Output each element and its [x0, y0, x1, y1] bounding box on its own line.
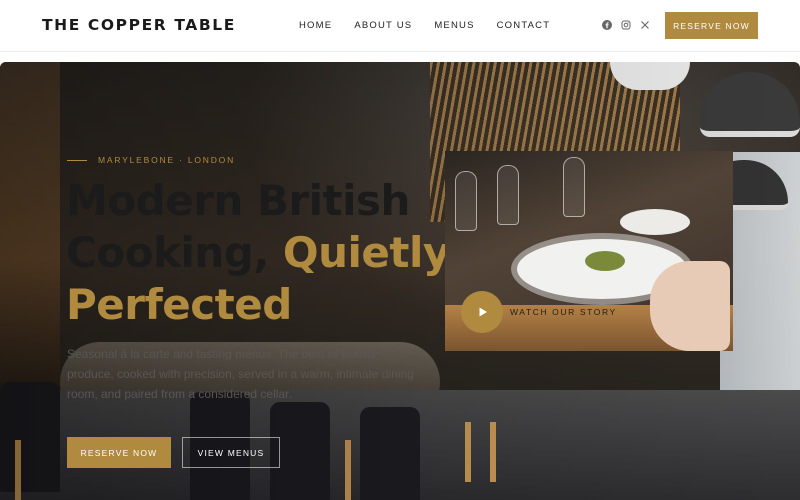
reserve-now-button[interactable]: RESERVE NOW [665, 12, 758, 39]
diner-hand [650, 261, 730, 351]
nav-contact[interactable]: CONTACT [497, 20, 551, 31]
main-nav: HOME ABOUT US MENUS CONTACT [299, 20, 572, 31]
hero-reserve-button[interactable]: RESERVE NOW [67, 437, 171, 468]
view-menus-button[interactable]: VIEW MENUS [182, 437, 280, 468]
play-button[interactable] [461, 291, 503, 333]
wine-glass [497, 165, 519, 225]
facebook-icon[interactable] [602, 20, 612, 30]
wine-glass [455, 171, 477, 231]
headline-line-1: Modern British [66, 176, 410, 225]
nav-home[interactable]: HOME [299, 20, 332, 31]
play-icon [479, 307, 487, 317]
plate [620, 209, 690, 235]
hero-headline: Modern British Cooking, Quietly Perfecte… [66, 175, 466, 331]
hero-kicker: MARYLEBONE · LONDON [67, 155, 235, 165]
kicker-line [67, 159, 87, 161]
site-header: THE COPPER TABLE HOME ABOUT US MENUS CON… [0, 0, 800, 52]
location-label: MARYLEBONE · LONDON [98, 155, 236, 165]
social-links [602, 20, 650, 30]
headline-line-3: Perfected [66, 280, 292, 329]
instagram-icon[interactable] [621, 20, 631, 30]
headline-line-2: Cooking, [66, 228, 283, 277]
dish [585, 251, 625, 271]
headline-gold-word: Quietly [282, 228, 450, 277]
brand-logo[interactable]: THE COPPER TABLE [42, 16, 236, 34]
watch-our-story-label[interactable]: WATCH OUR STORY [510, 307, 617, 317]
x-icon[interactable] [640, 20, 650, 30]
nav-about-us[interactable]: ABOUT US [354, 20, 412, 31]
hero-intro: Seasonal à la carte and tasting menus. T… [67, 347, 414, 401]
wine-glass [563, 157, 585, 217]
nav-menus[interactable]: MENUS [434, 20, 474, 31]
